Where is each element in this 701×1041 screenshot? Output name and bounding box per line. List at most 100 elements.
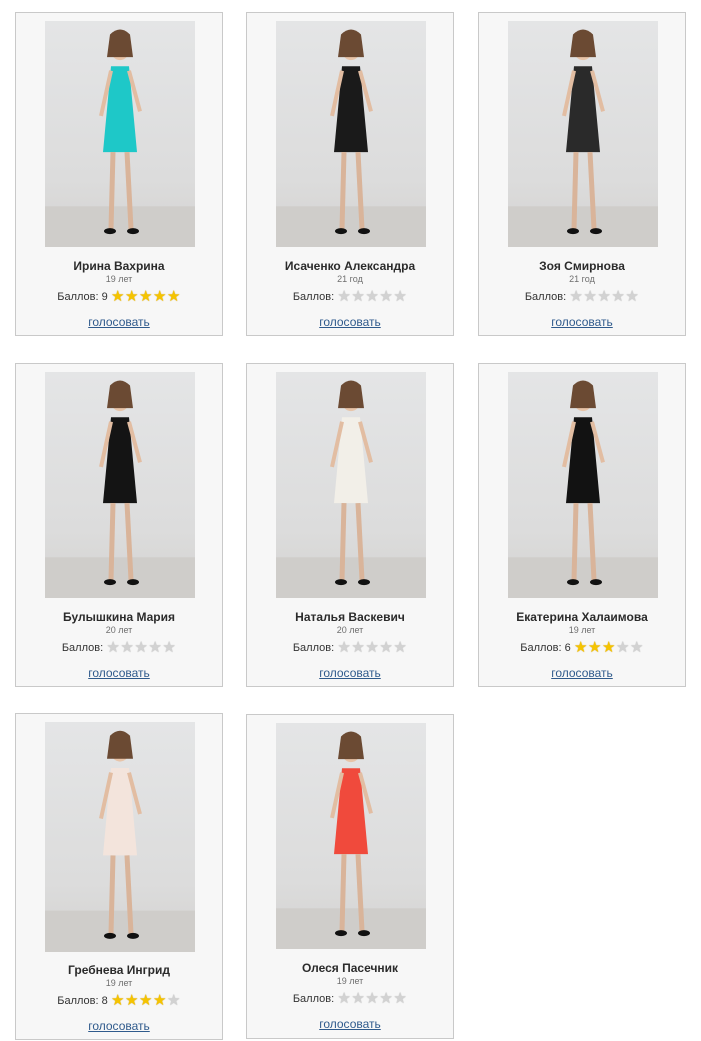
star-icon[interactable]: ★ [574, 640, 588, 655]
vote-link[interactable]: голосовать [16, 315, 222, 329]
contestant-photo[interactable] [276, 723, 426, 949]
star-icon[interactable]: ★ [616, 640, 630, 655]
score-row: Баллов: ★★★★★ [247, 991, 453, 1006]
star-icon[interactable]: ★ [365, 640, 379, 655]
contestant-age: 21 год [569, 274, 595, 284]
star-icon[interactable]: ★ [337, 289, 351, 304]
star-rating[interactable]: ★★★★★ [337, 640, 407, 655]
contestant-photo[interactable] [276, 21, 426, 247]
model-figure [276, 731, 426, 949]
contestant-photo[interactable] [276, 372, 426, 598]
contestant-photo[interactable] [45, 722, 195, 952]
star-icon[interactable]: ★ [120, 640, 134, 655]
star-icon[interactable]: ★ [569, 289, 583, 304]
model-figure [508, 380, 658, 598]
contestant-age: 19 лет [568, 625, 596, 635]
contestant-name: Ирина Вахрина [73, 259, 165, 273]
star-icon[interactable]: ★ [337, 991, 351, 1006]
score-label: Баллов: [292, 642, 335, 654]
vote-link[interactable]: голосовать [247, 315, 453, 329]
score-label: Баллов: [524, 291, 567, 303]
contestant-card: Екатерина Халаимова 19 лет Баллов: 6 ★★★★… [478, 363, 686, 687]
score-row: Баллов: 6 ★★★★★ [479, 640, 685, 655]
star-icon[interactable]: ★ [162, 640, 176, 655]
star-icon[interactable]: ★ [153, 289, 167, 304]
vote-link[interactable]: голосовать [247, 666, 453, 680]
star-rating[interactable]: ★★★★★ [569, 289, 639, 304]
star-icon[interactable]: ★ [379, 991, 393, 1006]
contestant-name: Булышкина Мария [62, 610, 176, 624]
star-rating[interactable]: ★★★★★ [111, 993, 181, 1008]
contestant-age: 20 лет [105, 625, 133, 635]
star-icon[interactable]: ★ [111, 289, 125, 304]
star-icon[interactable]: ★ [602, 640, 616, 655]
star-icon[interactable]: ★ [167, 289, 181, 304]
star-icon[interactable]: ★ [337, 640, 351, 655]
star-icon[interactable]: ★ [106, 640, 120, 655]
model-figure [45, 29, 195, 247]
score-row: Баллов: ★★★★★ [247, 289, 453, 304]
star-icon[interactable]: ★ [583, 289, 597, 304]
star-icon[interactable]: ★ [597, 289, 611, 304]
star-rating[interactable]: ★★★★★ [337, 991, 407, 1006]
star-icon[interactable]: ★ [588, 640, 602, 655]
contestant-age: 20 лет [336, 625, 364, 635]
contestant-age: 19 лет [105, 978, 133, 988]
star-icon[interactable]: ★ [125, 993, 139, 1008]
contestant-photo[interactable] [45, 21, 195, 247]
contestant-age: 21 год [337, 274, 363, 284]
star-icon[interactable]: ★ [393, 991, 407, 1006]
star-icon[interactable]: ★ [139, 289, 153, 304]
score-row: Баллов: ★★★★★ [16, 640, 222, 655]
star-icon[interactable]: ★ [351, 991, 365, 1006]
star-rating[interactable]: ★★★★★ [337, 289, 407, 304]
star-icon[interactable]: ★ [611, 289, 625, 304]
contestant-photo[interactable] [508, 21, 658, 247]
star-icon[interactable]: ★ [379, 289, 393, 304]
score-row: Баллов: ★★★★★ [247, 640, 453, 655]
vote-link[interactable]: голосовать [16, 1019, 222, 1033]
star-icon[interactable]: ★ [125, 289, 139, 304]
star-icon[interactable]: ★ [630, 640, 644, 655]
model-figure [45, 380, 195, 598]
star-icon[interactable]: ★ [351, 289, 365, 304]
contestant-card: Зоя Смирнова 21 год Баллов: ★★★★★ голосов… [478, 12, 686, 336]
contestant-card: Ирина Вахрина 19 лет Баллов: 9 ★★★★★ голо… [15, 12, 223, 336]
score-label: Баллов: 6 [520, 642, 571, 654]
score-label: Баллов: 8 [57, 995, 108, 1007]
score-label: Баллов: [292, 291, 335, 303]
star-icon[interactable]: ★ [139, 993, 153, 1008]
score-row: Баллов: 8 ★★★★★ [16, 993, 222, 1008]
star-icon[interactable]: ★ [365, 289, 379, 304]
star-icon[interactable]: ★ [625, 289, 639, 304]
vote-link[interactable]: голосовать [479, 315, 685, 329]
star-icon[interactable]: ★ [134, 640, 148, 655]
star-icon[interactable]: ★ [365, 991, 379, 1006]
star-icon[interactable]: ★ [393, 640, 407, 655]
score-label: Баллов: [292, 993, 335, 1005]
contestant-name: Олеся Пасечник [301, 961, 399, 975]
vote-link[interactable]: голосовать [16, 666, 222, 680]
model-figure [276, 29, 426, 247]
star-icon[interactable]: ★ [111, 993, 125, 1008]
star-rating[interactable]: ★★★★★ [574, 640, 644, 655]
star-icon[interactable]: ★ [379, 640, 393, 655]
contestant-photo[interactable] [45, 372, 195, 598]
star-rating[interactable]: ★★★★★ [106, 640, 176, 655]
vote-link[interactable]: голосовать [479, 666, 685, 680]
contestant-card: Гребнева Ингрид 19 лет Баллов: 8 ★★★★★ го… [15, 713, 223, 1040]
contestant-photo[interactable] [508, 372, 658, 598]
star-icon[interactable]: ★ [153, 993, 167, 1008]
star-icon[interactable]: ★ [148, 640, 162, 655]
model-figure [508, 29, 658, 247]
vote-link[interactable]: голосовать [247, 1017, 453, 1031]
star-rating[interactable]: ★★★★★ [111, 289, 181, 304]
star-icon[interactable]: ★ [393, 289, 407, 304]
contestant-card: Булышкина Мария 20 лет Баллов: ★★★★★ голо… [15, 363, 223, 687]
score-row: Баллов: ★★★★★ [479, 289, 685, 304]
star-icon[interactable]: ★ [167, 993, 181, 1008]
star-icon[interactable]: ★ [351, 640, 365, 655]
contestant-card: Олеся Пасечник 19 лет Баллов: ★★★★★ голос… [246, 714, 454, 1039]
contestant-age: 19 лет [336, 976, 364, 986]
model-figure [276, 380, 426, 598]
